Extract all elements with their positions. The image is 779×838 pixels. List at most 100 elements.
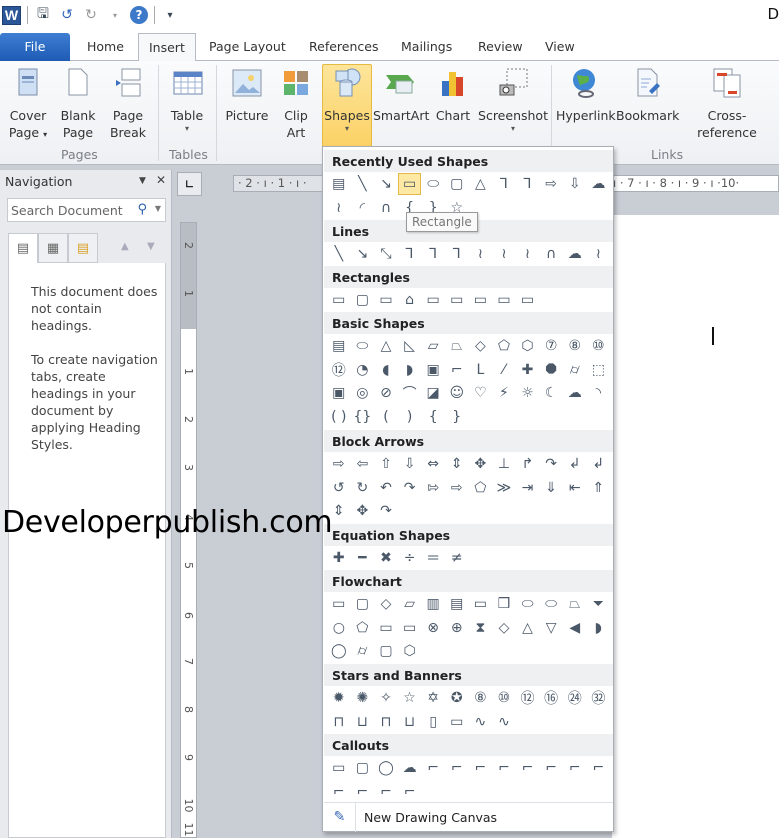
shape-item[interactable]: ✚	[516, 359, 540, 381]
shape-item[interactable]: ↷	[374, 500, 398, 522]
shape-item[interactable]: ✧	[374, 687, 398, 709]
shape-item[interactable]: ㉔	[563, 687, 587, 709]
previous-icon[interactable]: ▲	[121, 241, 129, 252]
blank-page-button[interactable]: Blank Page	[56, 65, 100, 141]
shape-item[interactable]: ⇨	[327, 453, 351, 475]
shape-item[interactable]: ◗	[587, 617, 611, 639]
tab-insert[interactable]: Insert	[138, 33, 196, 62]
shape-item[interactable]: ⏢	[563, 593, 587, 615]
shape-item[interactable]: ⬚	[587, 359, 611, 381]
shape-item[interactable]: ⬡	[398, 640, 422, 662]
shape-item[interactable]: ⇑	[587, 477, 611, 499]
tab-selector-button[interactable]: ∟	[177, 172, 202, 196]
shape-item[interactable]: {	[421, 406, 445, 428]
shape-item[interactable]: ⬠	[469, 477, 493, 499]
shape-item[interactable]: ☁	[563, 243, 587, 265]
shape-item[interactable]: ⚡	[492, 382, 516, 404]
shape-item[interactable]: ( )	[327, 406, 351, 428]
shape-item[interactable]: ⌐	[421, 757, 445, 779]
table-button[interactable]: Table ▾	[166, 65, 208, 134]
shape-item[interactable]: ↘	[374, 173, 398, 195]
shape-item[interactable]: ✺	[351, 687, 375, 709]
shape-item[interactable]: ⇧	[374, 453, 398, 475]
shape-item[interactable]: ▱	[398, 593, 422, 615]
shape-item[interactable]: ↻	[351, 477, 375, 499]
shape-item[interactable]: ⊗	[421, 617, 445, 639]
tab-references[interactable]: References	[299, 33, 388, 61]
shape-item[interactable]: ㉜	[587, 687, 611, 709]
shape-item[interactable]: ⬭	[351, 335, 375, 357]
shape-item[interactable]: ▭	[397, 173, 422, 195]
shape-item[interactable]: ⬭	[421, 173, 445, 195]
shape-item[interactable]: ⌐	[563, 757, 587, 779]
shape-item[interactable]: ≀	[492, 243, 516, 265]
word-logo-icon[interactable]: W	[2, 5, 21, 25]
shape-item[interactable]: ▣	[327, 382, 351, 404]
shape-item[interactable]: {}	[351, 406, 375, 428]
new-drawing-canvas-item[interactable]: ✎ New Drawing Canvas	[324, 802, 613, 832]
shape-item[interactable]: ⊔	[398, 711, 422, 733]
save-icon[interactable]: 🖫	[34, 3, 52, 27]
shape-item[interactable]: ◖	[374, 359, 398, 381]
shapes-button[interactable]: Shapes ▾	[322, 64, 372, 149]
shape-item[interactable]: ⑫	[516, 687, 540, 709]
shape-item[interactable]: ❒	[492, 593, 516, 615]
shape-item[interactable]: ⌐	[469, 757, 493, 779]
shape-item[interactable]: ↷	[539, 453, 563, 475]
shape-item[interactable]: ◔	[351, 359, 375, 381]
shape-item[interactable]: ⑯	[539, 687, 563, 709]
shape-item[interactable]: ⌒	[398, 382, 422, 404]
shape-item[interactable]: ◇	[469, 335, 493, 357]
search-dropdown-icon[interactable]: ▼	[155, 204, 161, 213]
shape-item[interactable]: ⌐	[516, 757, 540, 779]
browse-pages-tab[interactable]: ▦	[38, 233, 68, 263]
shape-item[interactable]: ⬭	[516, 593, 540, 615]
shape-item[interactable]: ⧗	[469, 617, 493, 639]
shape-item[interactable]: ╲	[327, 243, 351, 265]
shape-item[interactable]: ▢	[351, 593, 375, 615]
shape-item[interactable]: ⇤	[563, 477, 587, 499]
shape-item[interactable]: ▤	[445, 593, 469, 615]
tab-file[interactable]: File	[0, 33, 70, 61]
undo-icon[interactable]: ↺	[58, 7, 76, 23]
tab-page-layout[interactable]: Page Layout	[199, 33, 296, 61]
shape-item[interactable]: ↶	[374, 477, 398, 499]
shape-item[interactable]: ☁	[398, 757, 422, 779]
shape-item[interactable]: ⅂	[516, 173, 540, 195]
shape-item[interactable]: ÷	[398, 547, 422, 569]
tab-mailings[interactable]: Mailings	[391, 33, 462, 61]
shape-item[interactable]: ⇕	[445, 453, 469, 475]
shape-item[interactable]: ⬡	[516, 335, 540, 357]
shape-item[interactable]: ▭	[374, 289, 398, 311]
shape-item[interactable]: ╲	[351, 173, 375, 195]
shape-item[interactable]: ⅂	[492, 173, 516, 195]
shape-item[interactable]: ▭	[327, 757, 351, 779]
shape-item[interactable]: ▤	[327, 173, 351, 195]
shape-item[interactable]: ▤	[327, 335, 351, 357]
shape-item[interactable]: ☁	[587, 173, 611, 195]
shape-item[interactable]: ↱	[516, 453, 540, 475]
tab-review[interactable]: Review	[468, 33, 533, 61]
shape-item[interactable]: ⌂	[398, 289, 422, 311]
shape-item[interactable]: △	[374, 335, 398, 357]
page-break-button[interactable]: Page Break	[106, 65, 150, 141]
shape-item[interactable]: ⇦	[351, 453, 375, 475]
search-document-input[interactable]: Search Document ⚲ ▼	[7, 198, 166, 222]
help-icon[interactable]: ?	[130, 6, 148, 24]
shape-item[interactable]: ∩	[374, 197, 398, 219]
shape-item[interactable]: ⊘	[374, 382, 398, 404]
shape-item[interactable]: ▥	[421, 593, 445, 615]
shape-item[interactable]: ≠	[445, 547, 469, 569]
shape-item[interactable]: ⏷	[587, 593, 611, 615]
shape-item[interactable]: ▽	[539, 617, 563, 639]
shape-item[interactable]: ∿	[492, 711, 516, 733]
shape-item[interactable]: ☼	[516, 382, 540, 404]
search-icon[interactable]: ⚲	[137, 202, 147, 217]
shape-item[interactable]: ⇓	[539, 477, 563, 499]
shape-item[interactable]: ⌐	[539, 757, 563, 779]
shape-item[interactable]: ⌭	[563, 359, 587, 381]
shape-item[interactable]: ↲	[563, 453, 587, 475]
cross-reference-button[interactable]: Cross-reference	[679, 65, 775, 141]
shape-item[interactable]: ▭	[516, 289, 540, 311]
shape-item[interactable]: ▭	[374, 617, 398, 639]
